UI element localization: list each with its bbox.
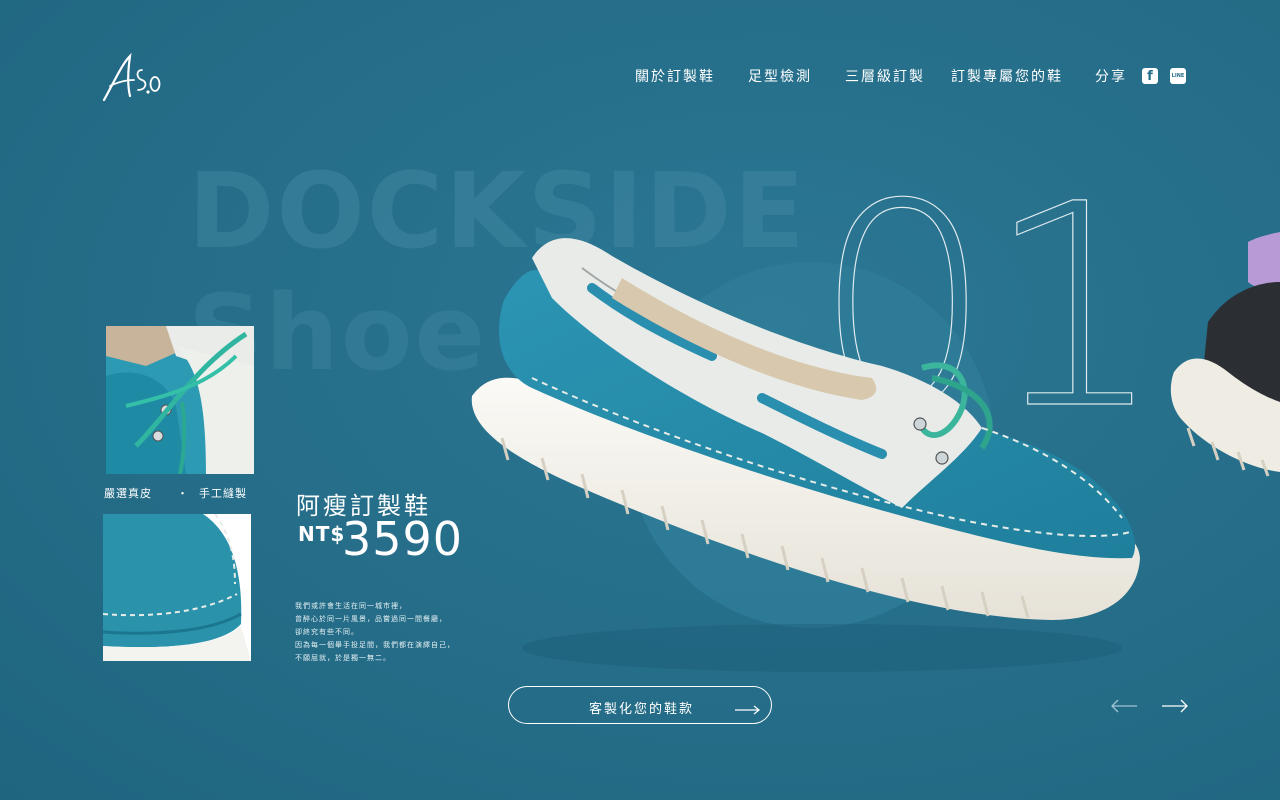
page: DOCKSIDE Shoe 01 關於訂製鞋 足型檢測 三層級訂製 訂製專屬您的…: [0, 0, 1280, 800]
hero-shoe-image: [471, 238, 1140, 672]
feature-handmade: 手工縫製: [199, 487, 247, 500]
customize-shoe-label: 客製化您的鞋款: [589, 702, 695, 717]
facebook-glyph: f: [1147, 68, 1153, 84]
product-description: 我們或許會生活在同一城市裡， 曾醉心於同一片風景，品嘗過同一間餐廳， 卻終究有些…: [295, 600, 455, 665]
feature-separator: ・: [177, 487, 189, 500]
description-line: 曾醉心於同一片風景，品嘗過同一間餐廳，: [295, 615, 447, 623]
customize-shoe-button[interactable]: 客製化您的鞋款: [508, 686, 772, 724]
description-line: 我們或許會生活在同一城市裡，: [295, 602, 407, 610]
carousel-prev-button[interactable]: [1110, 697, 1138, 715]
facebook-icon[interactable]: f: [1142, 68, 1158, 84]
nav-about-custom-shoes[interactable]: 關於訂製鞋: [635, 66, 715, 86]
nav-custom-your-shoe[interactable]: 訂製專屬您的鞋: [951, 66, 1063, 86]
thumbnail-stitching[interactable]: [103, 514, 251, 661]
description-line: 不願屈就，於是獨一無二。: [295, 654, 391, 662]
thumbnail-laces[interactable]: [106, 326, 254, 474]
product-price: 3590: [342, 512, 464, 566]
brand-logo[interactable]: [100, 50, 164, 106]
description-line: 因為每一個舉手投足間，我們都在演繹自己，: [295, 641, 455, 649]
line-glyph: LINE: [1171, 73, 1185, 79]
arrow-right-icon: [735, 705, 760, 715]
next-shoe-preview[interactable]: [1168, 232, 1280, 482]
nav-three-level-custom[interactable]: 三層級訂製: [845, 66, 925, 86]
description-line: 卻終究有些不同。: [295, 628, 359, 636]
nav-foot-scan[interactable]: 足型檢測: [748, 66, 812, 86]
line-icon[interactable]: LINE: [1170, 68, 1186, 84]
price-currency: NT$: [298, 522, 346, 546]
thumbnail-laces-image: [106, 326, 254, 474]
feature-genuine-leather: 嚴選真皮: [104, 487, 152, 500]
thumbnail-stitching-image: [103, 514, 251, 661]
share-label: 分享: [1095, 69, 1127, 85]
carousel-next-button[interactable]: [1161, 697, 1189, 715]
